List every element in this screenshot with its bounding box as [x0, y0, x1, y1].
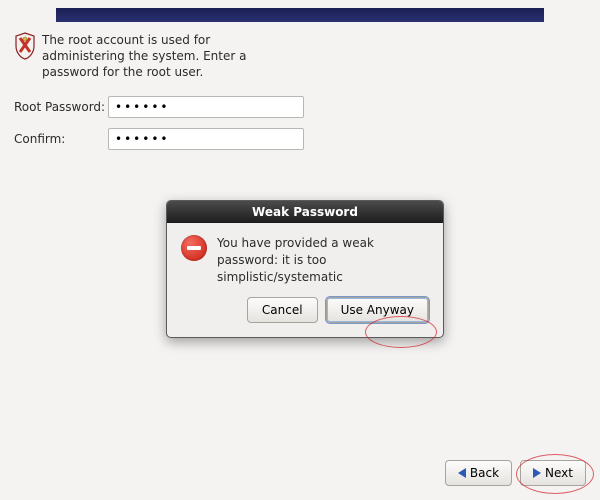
error-icon	[181, 235, 207, 261]
shield-icon	[14, 32, 36, 60]
use-anyway-button[interactable]: Use Anyway	[326, 297, 429, 323]
confirm-input[interactable]	[108, 128, 304, 150]
dialog-title: Weak Password	[167, 201, 443, 223]
nav-buttons: Back Next	[445, 460, 586, 486]
intro-text: The root account is used for administeri…	[42, 32, 254, 81]
dialog-message: You have provided a weak password: it is…	[217, 235, 429, 285]
cancel-button[interactable]: Cancel	[247, 297, 318, 323]
password-form: Root Password: Confirm:	[14, 96, 304, 160]
root-password-input[interactable]	[108, 96, 304, 118]
weak-password-dialog: Weak Password You have provided a weak p…	[166, 200, 444, 338]
back-label: Back	[470, 466, 499, 480]
next-label: Next	[545, 466, 573, 480]
confirm-label: Confirm:	[14, 132, 108, 146]
arrow-left-icon	[458, 468, 466, 478]
root-password-label: Root Password:	[14, 100, 108, 114]
arrow-right-icon	[533, 468, 541, 478]
next-button[interactable]: Next	[520, 460, 586, 486]
header-bar	[56, 8, 544, 22]
back-button[interactable]: Back	[445, 460, 512, 486]
intro-block: The root account is used for administeri…	[14, 32, 254, 81]
